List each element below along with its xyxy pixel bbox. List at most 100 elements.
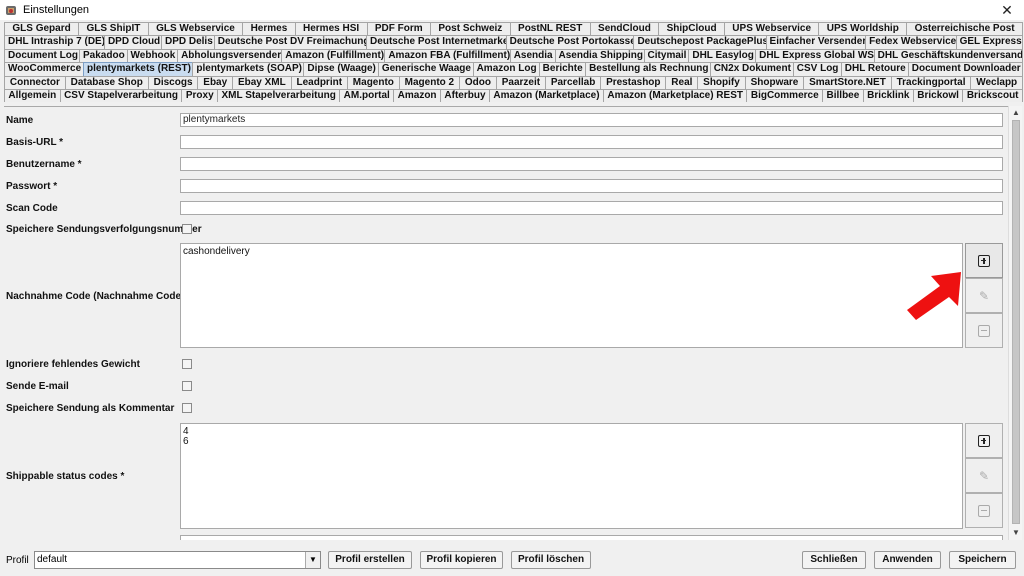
shippable-list[interactable]: 46	[180, 423, 963, 529]
tab[interactable]: BigCommerce	[746, 88, 824, 103]
tab[interactable]: Ebay	[197, 75, 234, 89]
shippable-edit-button[interactable]: ✎	[965, 458, 1003, 493]
tab[interactable]: Prestashop	[600, 75, 667, 89]
tab[interactable]: Brickowl	[912, 88, 964, 103]
tab[interactable]: Allgemein	[4, 88, 61, 103]
cod-add-button[interactable]	[965, 243, 1003, 278]
tab[interactable]: DHL Intraship 7 (DE)	[4, 35, 105, 49]
list-item[interactable]: 4	[183, 427, 960, 437]
tab[interactable]: Brickscout	[962, 88, 1023, 103]
tab[interactable]: Billbee	[822, 88, 864, 103]
tab[interactable]: Asendia Shipping	[554, 48, 645, 63]
tab[interactable]: Pakadoo	[79, 48, 128, 63]
scan-code-input[interactable]	[180, 201, 1003, 215]
tab[interactable]: Paarzeit	[495, 75, 546, 89]
tab[interactable]: Document Log	[4, 48, 81, 63]
tab[interactable]: Magento 2	[398, 75, 460, 89]
tab[interactable]: Amazon (Marketplace)	[488, 88, 604, 103]
tab[interactable]: Bestellung als Rechnung	[585, 62, 711, 76]
tab[interactable]: Parcellab	[544, 75, 602, 89]
scroll-down-icon[interactable]: ▼	[1011, 528, 1021, 538]
tab[interactable]: AM.portal	[339, 88, 395, 103]
tab[interactable]: ShipCloud	[658, 22, 725, 36]
tab[interactable]: DHL Easylog	[688, 48, 757, 63]
tab[interactable]: Dipse (Waage)	[303, 62, 379, 76]
tab[interactable]: DPD Delis	[160, 35, 215, 49]
tab[interactable]: Shopware	[744, 75, 805, 89]
tab[interactable]: Deutschepost PackagePlus	[633, 35, 767, 49]
tab[interactable]: Connector	[4, 75, 66, 89]
password-input[interactable]	[180, 179, 1003, 193]
tab[interactable]: CSV Stapelverarbeitung	[59, 88, 183, 103]
tab[interactable]: WooCommerce	[4, 62, 85, 76]
partial-field[interactable]	[180, 535, 1003, 540]
tab[interactable]: Amazon Log	[472, 62, 540, 76]
tab[interactable]: CN2x Dokument	[709, 62, 794, 76]
tab[interactable]: Einfacher Versender	[765, 35, 867, 49]
tab[interactable]: UPS Webservice	[723, 22, 820, 36]
tab[interactable]: Magento	[346, 75, 400, 89]
tab[interactable]: GLS Gepard	[4, 22, 80, 36]
tab[interactable]: Weclapp	[970, 75, 1024, 89]
tab[interactable]: plentymarkets (REST)	[83, 62, 194, 76]
tab[interactable]: Asendia	[509, 48, 556, 63]
tab[interactable]: DHL Express Global WS	[755, 48, 875, 63]
tab[interactable]: Ebay XML	[232, 75, 292, 89]
scroll-thumb[interactable]	[1012, 120, 1020, 524]
cod-list[interactable]: cashondelivery	[180, 243, 963, 348]
tab[interactable]: Citymail	[643, 48, 690, 63]
tab[interactable]: Afterbuy	[439, 88, 490, 103]
tab[interactable]: Österreichische Post	[906, 22, 1023, 36]
tab[interactable]: DHL Retoure	[840, 62, 909, 76]
tab[interactable]: Generische Waage	[377, 62, 474, 76]
close-icon[interactable]: ✕	[990, 0, 1024, 20]
username-input[interactable]	[180, 157, 1003, 171]
save-as-comment-checkbox[interactable]	[182, 403, 192, 413]
tab[interactable]: Berichte	[538, 62, 587, 76]
tab[interactable]: GEL Express	[955, 35, 1024, 49]
shippable-remove-button[interactable]	[965, 493, 1003, 528]
create-profile-button[interactable]: Profil erstellen	[328, 551, 412, 569]
tab[interactable]: Deutsche Post Internetmarke	[366, 35, 507, 49]
tab[interactable]: Document Downloader	[907, 62, 1024, 76]
tab[interactable]: PostNL REST	[509, 22, 591, 36]
tab[interactable]: GLS Webservice	[147, 22, 244, 36]
tab[interactable]: UPS Worldship	[818, 22, 908, 36]
cod-edit-button[interactable]: ✎	[965, 278, 1003, 313]
tab[interactable]: XML Stapelverarbeitung	[217, 88, 341, 103]
tab[interactable]: Trackingportal	[890, 75, 972, 89]
tab[interactable]: PDF Form	[366, 22, 432, 36]
tab[interactable]: Discogs	[147, 75, 199, 89]
tab[interactable]: DPD Cloud	[103, 35, 162, 49]
tab[interactable]: Odoo	[458, 75, 497, 89]
save-tracking-checkbox[interactable]	[182, 224, 192, 234]
name-input[interactable]: plentymarkets	[180, 113, 1003, 127]
close-button[interactable]: Schließen	[802, 551, 866, 569]
tab[interactable]: SmartStore.NET	[803, 75, 892, 89]
tab[interactable]: Amazon FBA (Fulfillment)	[384, 48, 511, 63]
base-url-input[interactable]	[180, 135, 1003, 149]
tab[interactable]: SendCloud	[589, 22, 660, 36]
vertical-scrollbar[interactable]: ▲ ▼	[1008, 106, 1022, 540]
tab[interactable]: GLS ShipIT	[78, 22, 149, 36]
tab[interactable]: Bricklink	[862, 88, 914, 103]
list-item[interactable]: 6	[183, 437, 960, 447]
tab[interactable]: Proxy	[181, 88, 219, 103]
tab[interactable]: plentymarkets (SOAP)	[192, 62, 305, 76]
save-button[interactable]: Speichern	[949, 551, 1016, 569]
tab[interactable]: Deutsche Post Portokasse	[505, 35, 635, 49]
tab[interactable]: Post Schweiz	[430, 22, 511, 36]
ignore-weight-checkbox[interactable]	[182, 359, 192, 369]
tab[interactable]: Real	[665, 75, 699, 89]
chevron-down-icon[interactable]: ▼	[305, 552, 320, 568]
tab[interactable]: Shopify	[697, 75, 746, 89]
scroll-up-icon[interactable]: ▲	[1011, 108, 1021, 118]
tab[interactable]: DHL Geschäftskundenversand	[873, 48, 1023, 63]
tab[interactable]: Webhook	[126, 48, 179, 63]
tab[interactable]: Amazon	[393, 88, 441, 103]
tab[interactable]: Abholungsversender	[177, 48, 283, 63]
copy-profile-button[interactable]: Profil kopieren	[420, 551, 503, 569]
tab[interactable]: Database Shop	[64, 75, 149, 89]
send-email-checkbox[interactable]	[182, 381, 192, 391]
tab[interactable]: Leadprint	[290, 75, 348, 89]
